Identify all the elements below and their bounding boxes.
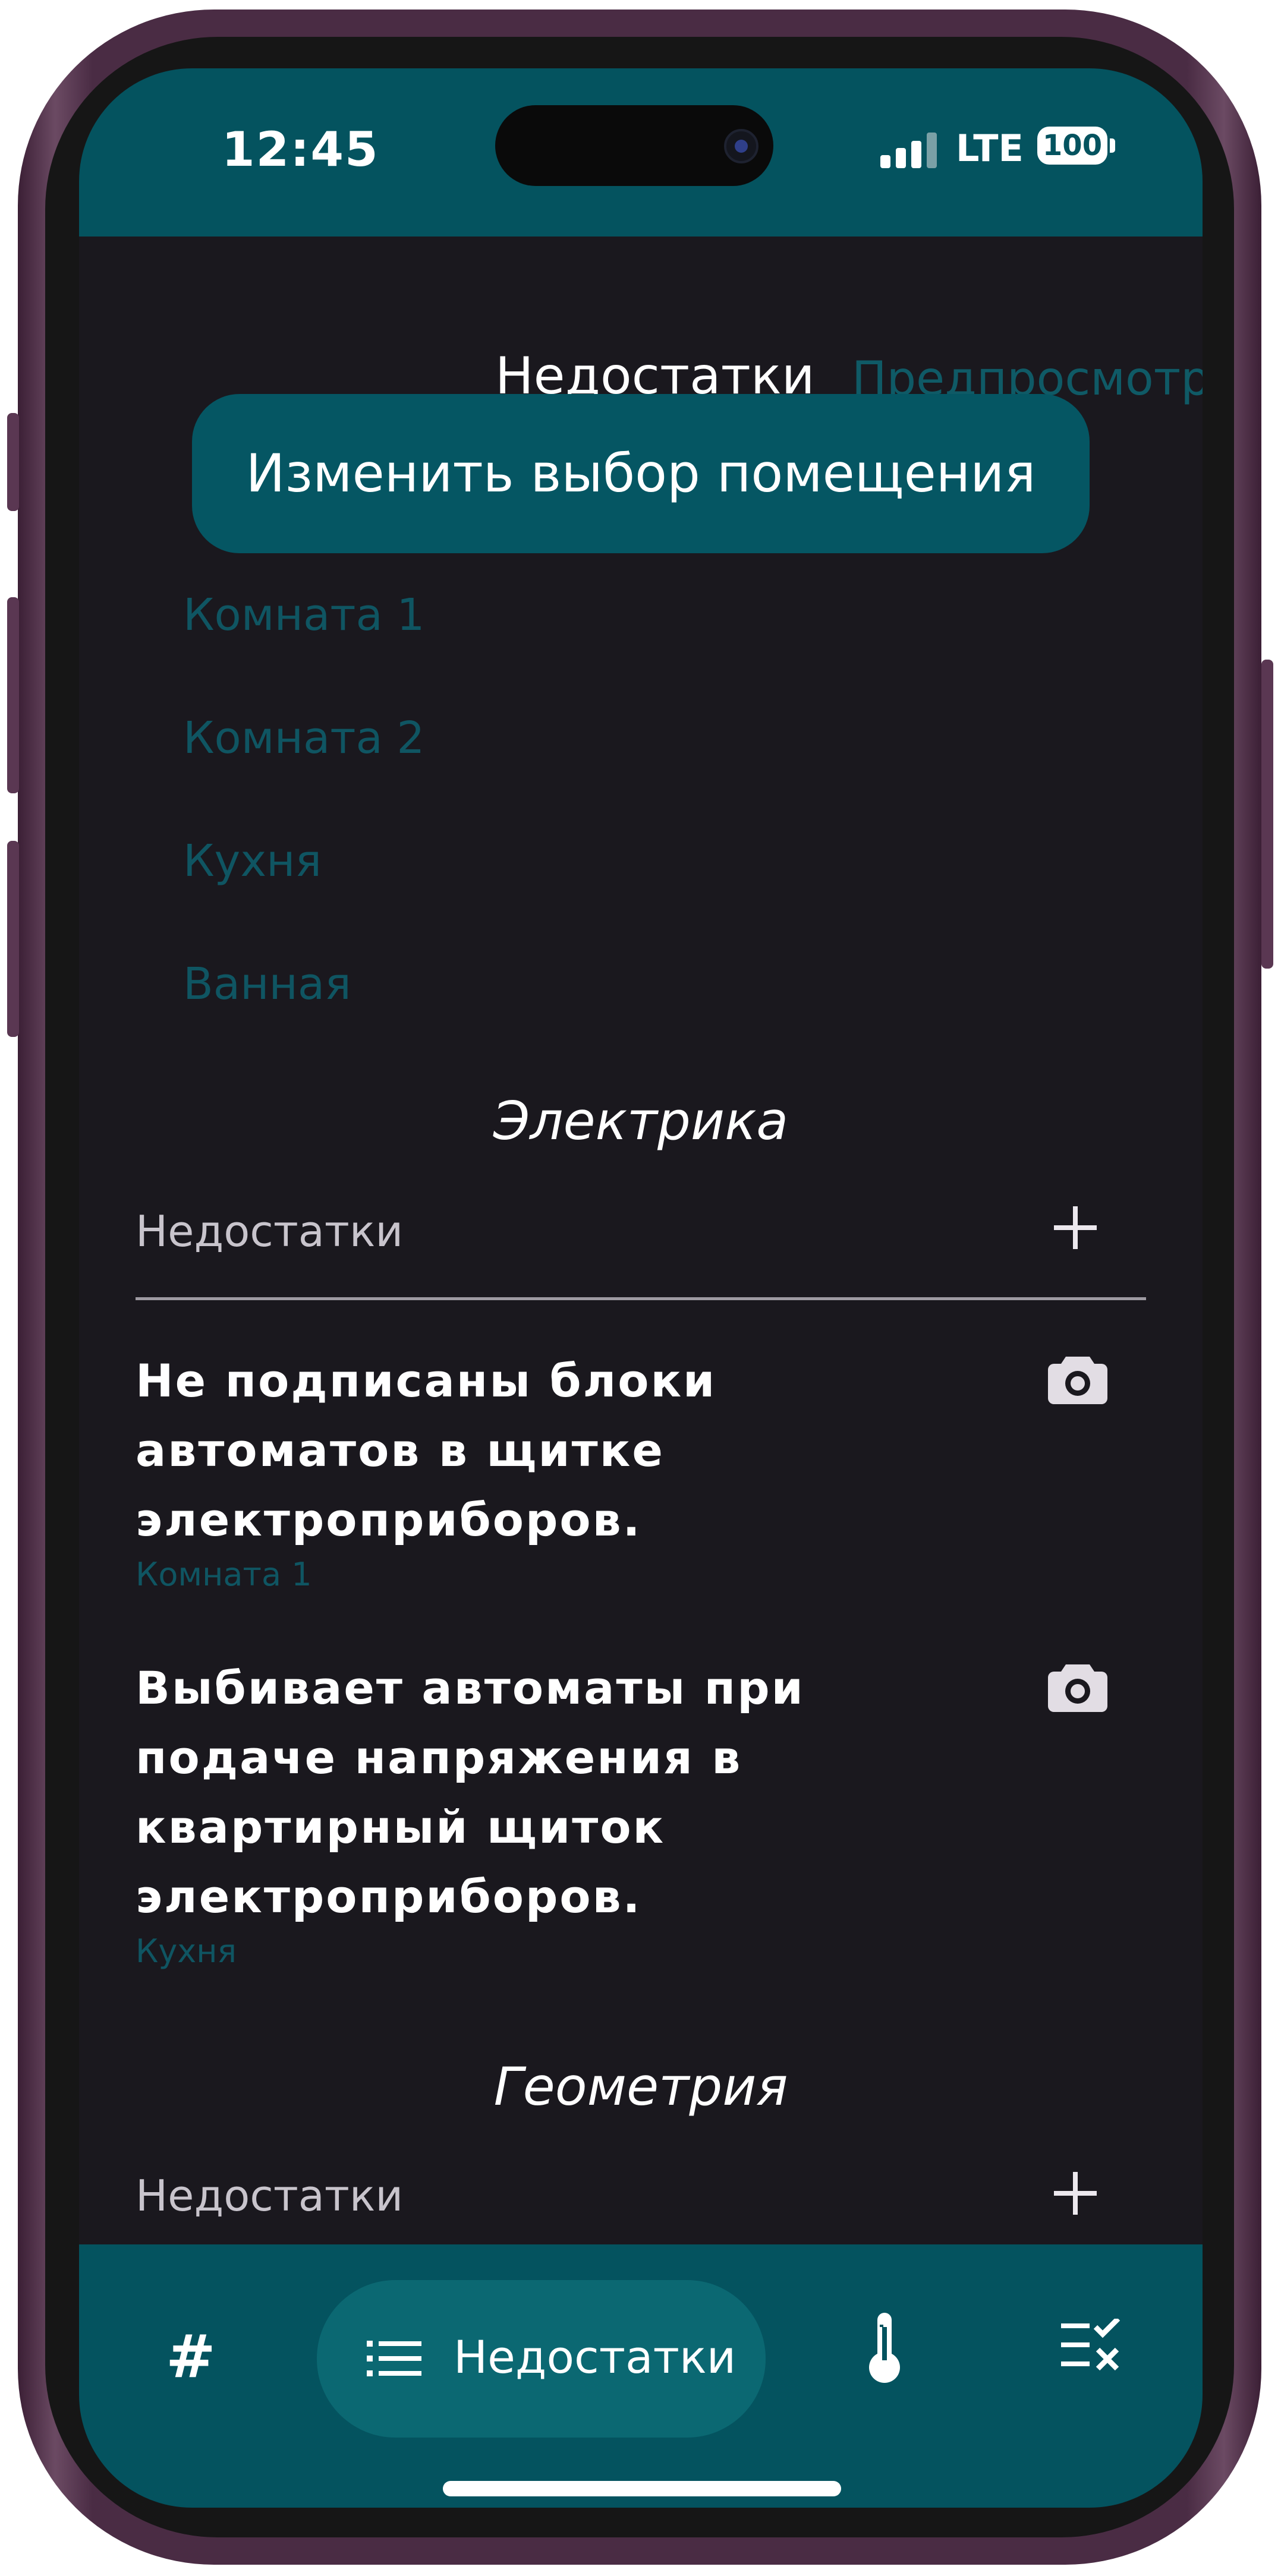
defect-room: Кухня xyxy=(136,1932,237,1970)
bottom-nav: # Недостатки xyxy=(79,2244,1203,2508)
status-bar: 12:45 LTE 100 xyxy=(79,68,1203,237)
status-time: 12:45 xyxy=(222,122,379,177)
section-title: Геометрия xyxy=(493,2056,788,2117)
defect-room: Комната 1 xyxy=(136,1556,312,1593)
battery-icon: 100 xyxy=(1037,127,1107,165)
power-button xyxy=(1261,660,1273,969)
defect-text: Не подписаны блоки автоматов в щитке эле… xyxy=(136,1354,717,1546)
checklist-icon[interactable] xyxy=(1061,2319,1121,2372)
battery-tip xyxy=(1110,138,1115,153)
app-screen: 12:45 LTE 100 Недостатки Предпросмотр Из… xyxy=(79,68,1203,2508)
room-list: Комната 1 Комната 2 Кухня Ванная xyxy=(183,585,424,1077)
list-icon xyxy=(367,2341,421,2376)
front-camera xyxy=(724,129,758,163)
volume-down-button xyxy=(7,841,19,1037)
defect-text: Выбивает автоматы при подаче напряжения … xyxy=(136,1661,805,1923)
divider xyxy=(136,1297,1146,1300)
nav-tab-defects[interactable]: Недостатки xyxy=(317,2280,766,2438)
volume-up-button xyxy=(7,597,19,793)
room-item[interactable]: Комната 2 xyxy=(183,708,424,831)
room-item[interactable]: Ванная xyxy=(183,954,424,1077)
action-button xyxy=(7,413,19,511)
add-defect-icon[interactable] xyxy=(1054,2172,1097,2215)
room-item[interactable]: Комната 1 xyxy=(183,585,424,708)
defect-item[interactable]: Не подписаны блоки автоматов в щитке эле… xyxy=(136,1346,908,1593)
home-indicator[interactable] xyxy=(443,2481,841,2496)
thermometer-icon[interactable] xyxy=(867,2313,902,2384)
room-item[interactable]: Кухня xyxy=(183,831,424,954)
change-room-button[interactable]: Изменить выбор помещения xyxy=(192,394,1090,553)
defects-row-label: Недостатки xyxy=(136,1206,404,1256)
hash-icon[interactable]: # xyxy=(166,2322,216,2391)
defects-row-label: Недостатки xyxy=(136,2171,404,2221)
camera-icon[interactable] xyxy=(1048,1661,1107,1712)
nav-tab-label: Недостатки xyxy=(454,2331,737,2383)
section-title: Электрика xyxy=(493,1090,789,1152)
add-defect-icon[interactable] xyxy=(1054,1206,1097,1249)
signal-icon xyxy=(880,133,940,168)
camera-icon[interactable] xyxy=(1048,1353,1107,1404)
defect-item[interactable]: Выбивает автоматы при подаче напряжения … xyxy=(136,1653,908,1970)
network-type: LTE xyxy=(956,127,1024,170)
